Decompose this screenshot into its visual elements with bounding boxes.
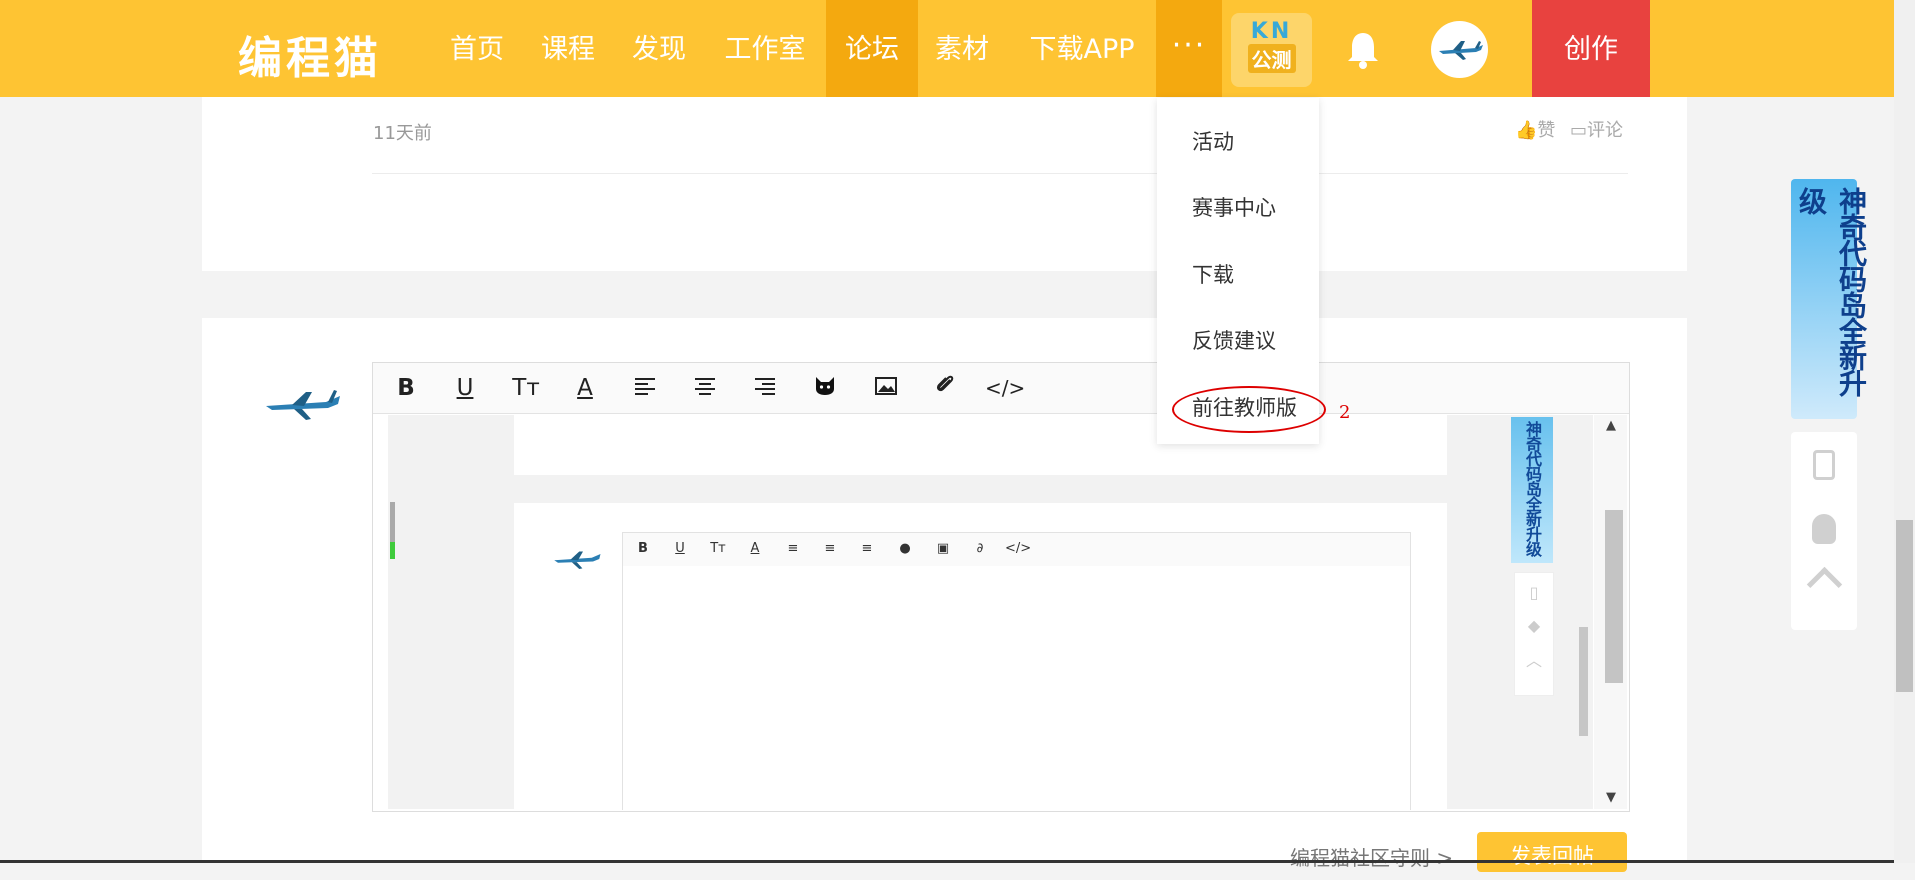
comment-button[interactable]: ▭评论 (1570, 116, 1623, 142)
embedded-font-size: Tт (710, 541, 726, 556)
menu-item-competition-center[interactable]: 赛事中心 (1192, 192, 1276, 222)
like-button[interactable]: 👍赞 (1515, 116, 1555, 142)
nav-materials[interactable]: 素材 (925, 0, 999, 97)
nav-discover[interactable]: 发现 (622, 0, 696, 97)
page-scrollbar-thumb[interactable] (1896, 520, 1913, 692)
embedded-up-icon: ︿ (1525, 651, 1542, 670)
nav-forum[interactable]: 论坛 (826, 0, 918, 97)
scroll-up-arrow-icon[interactable]: ▲ (1606, 418, 1616, 433)
like-label: 赞 (1537, 120, 1556, 141)
phone-icon[interactable] (1813, 450, 1835, 480)
editor-scrollbar-thumb[interactable] (1605, 510, 1623, 683)
embedded-qq-icon: ◆ (1527, 616, 1541, 635)
font-color-button[interactable]: A (565, 363, 605, 413)
bell-icon[interactable] (1345, 30, 1381, 70)
attachment-icon[interactable] (925, 363, 965, 413)
align-left-icon[interactable] (625, 363, 665, 413)
embedded-font-color: A (750, 541, 760, 556)
nav-studio[interactable]: 工作室 (713, 0, 817, 97)
embedded-align-right-icon: ≡ (861, 541, 873, 556)
embedded-editor-body (622, 566, 1411, 810)
comment-label: 评论 (1587, 120, 1624, 141)
embedded-banner-text: 神奇代码岛全新升级 (1523, 421, 1542, 556)
code-button[interactable]: </> (985, 363, 1025, 413)
cat-emoji-icon[interactable] (805, 363, 845, 413)
beta-badge: 公测 (1247, 44, 1296, 73)
qq-icon[interactable] (1812, 514, 1836, 544)
embedded-cat-icon: ● (899, 541, 911, 556)
embedded-code: </> (1005, 541, 1032, 556)
back-to-top-icon[interactable] (1806, 566, 1842, 603)
image-icon[interactable] (866, 363, 906, 413)
user-avatar[interactable] (1431, 21, 1488, 78)
menu-item-activities[interactable]: 活动 (1192, 126, 1234, 156)
bold-button[interactable]: B (386, 363, 426, 413)
align-center-icon[interactable] (685, 363, 725, 413)
menu-item-feedback[interactable]: 反馈建议 (1192, 325, 1276, 355)
volume-indicator (390, 502, 395, 559)
embedded-align-left-icon: ≡ (787, 541, 799, 556)
nav-courses[interactable]: 课程 (531, 0, 605, 97)
more-menu-button[interactable]: ··· (1156, 0, 1222, 97)
embedded-side-banner: 神奇代码岛全新升级 (1511, 417, 1553, 563)
embedded-bold: B (638, 541, 648, 556)
embedded-avatar (553, 546, 603, 572)
create-button[interactable]: 创作 (1532, 0, 1650, 97)
kn-label: KN (1250, 19, 1293, 44)
current-user-avatar (264, 384, 344, 424)
thumbs-up-icon: 👍 (1515, 120, 1538, 141)
code-island-banner[interactable]: 神奇代码岛全新升级 (1791, 179, 1868, 419)
divider (372, 173, 1628, 174)
banner-text: 神奇代码岛全新升级 (1795, 187, 1868, 395)
nav-home[interactable]: 首页 (440, 0, 514, 97)
kn-beta-button[interactable]: KN 公测 (1231, 13, 1312, 87)
post-time: 11天前 (373, 123, 432, 144)
submit-reply-button[interactable]: 发表回帖 (1477, 832, 1627, 872)
embedded-side-tools: ▯ ◆ ︿ (1514, 572, 1554, 696)
annotation-number: 2 (1339, 402, 1351, 423)
scroll-down-arrow-icon[interactable]: ▼ (1606, 790, 1616, 805)
community-rules-link[interactable]: 编程猫社区守则 > (1290, 842, 1453, 871)
nav-download-app[interactable]: 下载APP (1018, 0, 1146, 97)
annotation-circle (1172, 386, 1326, 433)
logo[interactable]: 编程猫 (238, 22, 382, 86)
embedded-underline: U (675, 541, 685, 556)
embedded-clip-icon: ∂ (976, 541, 984, 556)
embedded-phone-icon: ▯ (1529, 583, 1539, 602)
page-scrollbar[interactable] (1894, 0, 1915, 863)
underline-button[interactable]: U (445, 363, 485, 413)
align-right-icon[interactable] (745, 363, 785, 413)
embedded-image-icon: ▣ (936, 541, 950, 556)
side-tools-panel (1791, 432, 1857, 630)
font-size-button[interactable]: Tт (506, 363, 546, 413)
comment-icon: ▭ (1570, 120, 1588, 141)
embedded-align-center-icon: ≡ (824, 541, 836, 556)
menu-item-download[interactable]: 下载 (1192, 259, 1234, 289)
embedded-scrollbar (1579, 627, 1588, 736)
